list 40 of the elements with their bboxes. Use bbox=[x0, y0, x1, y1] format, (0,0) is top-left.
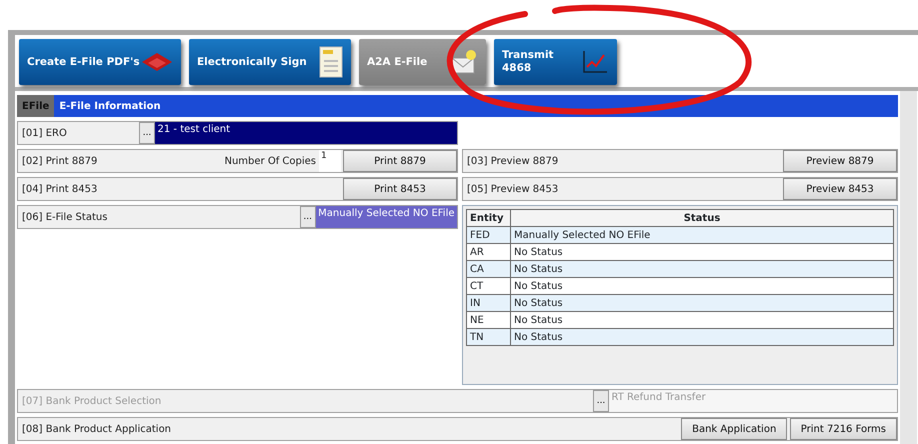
field-label: [01] ERO bbox=[22, 126, 68, 140]
envelope-icon bbox=[450, 49, 478, 75]
browse-button[interactable]: ... bbox=[139, 122, 155, 144]
column-header: Entity bbox=[466, 210, 510, 226]
table-cell: No Status bbox=[510, 294, 894, 312]
toolbar-button[interactable]: Create E-File PDF's bbox=[19, 39, 181, 85]
table-cell: No Status bbox=[510, 328, 894, 346]
table-cell: No Status bbox=[510, 260, 894, 278]
field-label: [08] Bank Product Application bbox=[22, 422, 172, 436]
action-button[interactable]: Bank Application bbox=[681, 418, 788, 440]
browse-button[interactable]: ... bbox=[300, 206, 316, 228]
status-value[interactable]: Manually Selected NO EFile bbox=[316, 206, 457, 228]
value-field[interactable]: 21 - test client bbox=[155, 122, 457, 144]
chart-icon bbox=[581, 49, 609, 75]
field-label: [04] Print 8453 bbox=[22, 182, 98, 196]
table-cell: Manually Selected NO EFile bbox=[510, 226, 894, 244]
preview-button[interactable]: Preview 8879 bbox=[783, 150, 897, 172]
table-cell: FED bbox=[466, 226, 510, 244]
field-label: [05] Preview 8453 bbox=[467, 182, 560, 196]
table-cell: TN bbox=[466, 328, 510, 346]
table-cell: IN bbox=[466, 294, 510, 312]
action-button[interactable]: Print 7216 Forms bbox=[790, 418, 897, 440]
field-label: [07] Bank Product Selection bbox=[22, 394, 162, 408]
column-header: Status bbox=[510, 210, 894, 226]
toolbar-button[interactable]: Electronically Sign bbox=[189, 39, 351, 85]
header-title: E-File Information bbox=[59, 100, 161, 114]
table-cell: CA bbox=[466, 260, 510, 278]
scrollbar[interactable] bbox=[900, 91, 917, 444]
field-label: [02] Print 8879 bbox=[22, 154, 98, 168]
copies-field[interactable]: 1 bbox=[318, 150, 340, 172]
field-label: [03] Preview 8879 bbox=[467, 154, 560, 168]
field-label: Number Of Copies bbox=[224, 154, 316, 168]
field-label: [06] E-File Status bbox=[22, 210, 108, 224]
tab[interactable]: EFile bbox=[17, 95, 54, 117]
toolbar-button[interactable]: Transmit 4868 bbox=[494, 39, 617, 85]
print-button[interactable]: Print 8879 bbox=[343, 150, 457, 172]
print-button[interactable]: Print 8453 bbox=[343, 178, 457, 200]
document-icon bbox=[319, 46, 343, 78]
pdf-icon bbox=[140, 50, 174, 74]
preview-button[interactable]: Preview 8453 bbox=[783, 178, 897, 200]
